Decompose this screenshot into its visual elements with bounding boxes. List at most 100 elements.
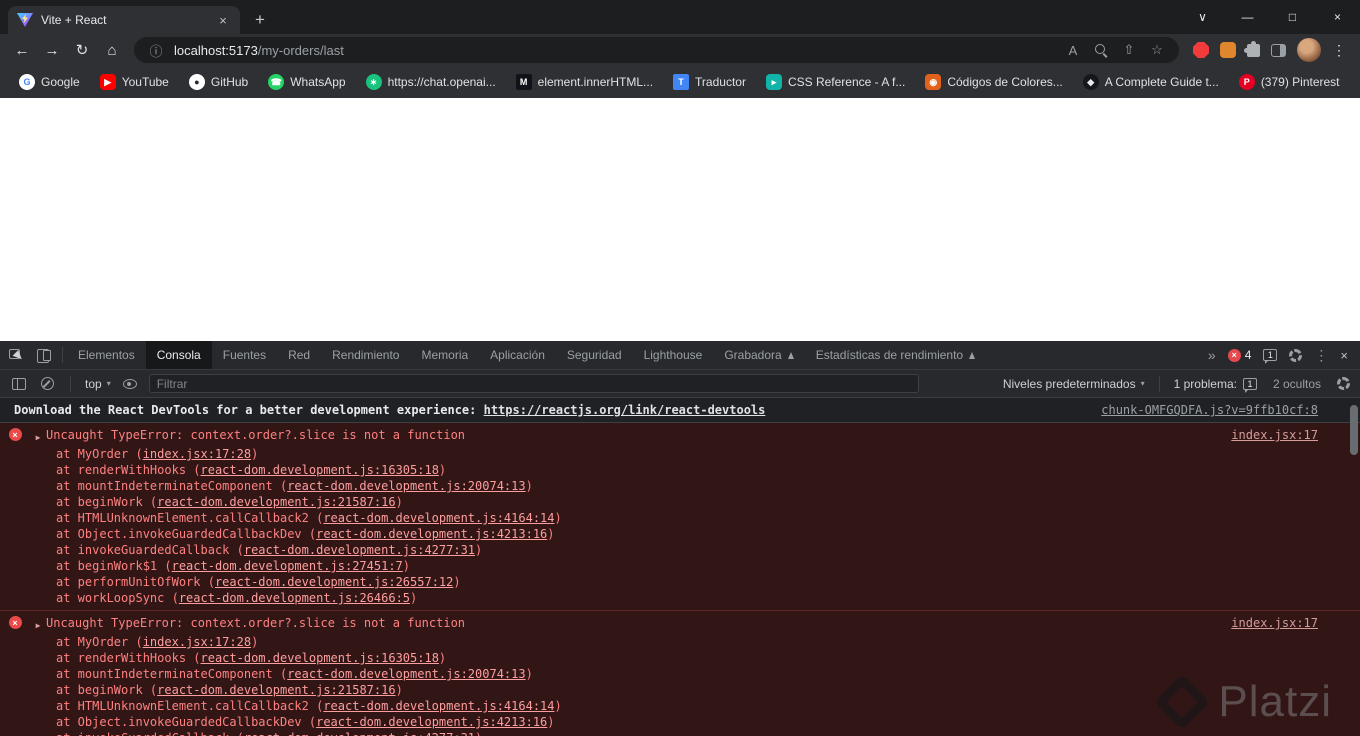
address-bar[interactable]: ⓘ localhost:5173/my-orders/last A ⇧ ☆ bbox=[134, 37, 1179, 63]
stack-source-link[interactable]: react-dom.development.js:4213:16 bbox=[316, 527, 547, 541]
console-sidebar-icon[interactable] bbox=[10, 375, 28, 393]
new-tab-button[interactable]: + bbox=[246, 6, 274, 34]
devtools-tab[interactable]: Aplicación bbox=[479, 341, 556, 369]
stack-source-link[interactable]: react-dom.development.js:4164:14 bbox=[323, 699, 554, 713]
bookmark-item[interactable]: P (379) Pinterest bbox=[1230, 71, 1349, 93]
devtools-settings-gear-icon[interactable] bbox=[1289, 348, 1303, 362]
browser-tab-active[interactable]: Vite + React × bbox=[8, 6, 240, 34]
stack-frame: at performUnitOfWork (react-dom.developm… bbox=[56, 575, 461, 589]
devtools-tab[interactable]: Lighthouse bbox=[633, 341, 714, 369]
close-button[interactable]: × bbox=[1315, 0, 1360, 34]
devtools-tab-label: Red bbox=[288, 348, 311, 362]
inspect-element-icon[interactable] bbox=[2, 341, 30, 369]
stack-source-link[interactable]: react-dom.development.js:4213:16 bbox=[316, 715, 547, 729]
stack-source-link[interactable]: index.jsx:17:28 bbox=[143, 635, 251, 649]
issues-badge[interactable]: 1 bbox=[1263, 349, 1278, 364]
console-error-badge[interactable]: × 4 bbox=[1227, 348, 1251, 362]
tab-search-button[interactable]: ∨ bbox=[1180, 0, 1225, 34]
maximize-button[interactable]: □ bbox=[1270, 0, 1315, 34]
translate-icon[interactable]: A bbox=[1063, 40, 1083, 60]
devtools-close-icon[interactable]: × bbox=[1340, 348, 1348, 363]
url-host: localhost:5173 bbox=[174, 42, 258, 58]
source-link[interactable]: chunk-OMFGQDFA.js?v=9ffb10cf:8 bbox=[1101, 402, 1318, 418]
stack-source-link[interactable]: react-dom.development.js:4277:31 bbox=[244, 731, 475, 736]
devtools-panel: Elementos Consola Fuentes Red Rendimient… bbox=[0, 341, 1360, 736]
bookmark-item[interactable]: ☎ WhatsApp bbox=[259, 71, 354, 93]
side-panel-icon[interactable] bbox=[1271, 43, 1286, 57]
bookmark-item[interactable]: T Traductor bbox=[664, 71, 755, 93]
devtools-tab[interactable]: Red bbox=[277, 341, 321, 369]
speech-bubble-icon: 1 bbox=[1263, 349, 1278, 364]
stack-source-link[interactable]: react-dom.development.js:20074:13 bbox=[287, 479, 525, 493]
bookmark-item[interactable]: M element.innerHTML... bbox=[507, 71, 662, 93]
page-content bbox=[0, 98, 1360, 341]
devtools-tab[interactable]: Memoria bbox=[410, 341, 479, 369]
devtools-tab[interactable]: Fuentes bbox=[212, 341, 277, 369]
stack-source-link[interactable]: react-dom.development.js:4164:14 bbox=[323, 511, 554, 525]
search-lens-icon[interactable] bbox=[1091, 40, 1111, 60]
stack-source-link[interactable]: react-dom.development.js:4277:31 bbox=[244, 543, 475, 557]
extension-icon[interactable] bbox=[1220, 42, 1236, 58]
console-filter-input[interactable] bbox=[148, 374, 919, 393]
bookmark-item[interactable]: ∗ https://chat.openai... bbox=[357, 71, 505, 93]
error-message-text: Uncaught TypeError: context.order?.slice… bbox=[46, 428, 466, 442]
tab-close-icon[interactable]: × bbox=[215, 12, 231, 28]
bookmark-item[interactable]: G Google bbox=[10, 71, 89, 93]
stack-frame: at mountIndeterminateComponent (react-do… bbox=[56, 479, 533, 493]
bookmark-item[interactable]: ◉ Códigos de Colores... bbox=[916, 71, 1071, 93]
source-link[interactable]: index.jsx:17 bbox=[1231, 615, 1318, 631]
bookmark-favicon-icon: G bbox=[19, 74, 35, 90]
scrollbar-thumb[interactable] bbox=[1350, 405, 1358, 455]
bookmark-item[interactable]: ▸ CSS Reference - A f... bbox=[757, 71, 914, 93]
bookmark-item[interactable]: ● GitHub bbox=[180, 71, 257, 93]
stack-source-link[interactable]: react-dom.development.js:16305:18 bbox=[201, 651, 439, 665]
bookmark-favicon-icon: ∗ bbox=[365, 74, 382, 90]
devtools-tab[interactable]: Elementos bbox=[67, 341, 146, 369]
devtools-tab[interactable]: Estadísticas de rendimiento bbox=[805, 341, 986, 369]
site-info-icon[interactable]: ⓘ bbox=[146, 40, 166, 60]
clear-console-icon[interactable] bbox=[38, 375, 56, 393]
issues-chip[interactable]: 1 problema: 1 bbox=[1174, 377, 1257, 393]
console-settings-gear-icon[interactable] bbox=[1337, 377, 1350, 390]
browser-titlebar: Vite + React × + ∨ — □ × bbox=[0, 0, 1360, 34]
divider bbox=[1158, 375, 1160, 392]
reload-icon[interactable]: ↻ bbox=[68, 36, 96, 64]
stack-source-link[interactable]: react-dom.development.js:21587:16 bbox=[157, 683, 395, 697]
home-icon[interactable]: ⌂ bbox=[98, 36, 126, 64]
browser-menu-kebab-icon[interactable]: ⋮ bbox=[1332, 42, 1346, 59]
devtools-tab[interactable]: Seguridad bbox=[556, 341, 633, 369]
devtools-menu-kebab-icon[interactable]: ⋮ bbox=[1314, 347, 1328, 364]
chevron-down-icon: ▾ bbox=[1140, 379, 1145, 388]
bookmark-star-icon[interactable]: ☆ bbox=[1147, 40, 1167, 60]
live-expression-eye-icon[interactable] bbox=[121, 375, 139, 393]
device-toolbar-icon[interactable] bbox=[30, 341, 58, 369]
bookmark-item[interactable]: ◆ A Complete Guide t... bbox=[1074, 71, 1228, 93]
log-levels-dropdown[interactable]: Niveles predeterminados ▾ bbox=[1003, 377, 1145, 391]
profile-avatar[interactable] bbox=[1297, 38, 1321, 62]
console-info-message: Download the React DevTools for a better… bbox=[0, 398, 1360, 423]
stack-source-link[interactable]: react-dom.development.js:27451:7 bbox=[172, 559, 403, 573]
stack-source-link[interactable]: index.jsx:17:28 bbox=[143, 447, 251, 461]
back-icon[interactable]: ← bbox=[8, 36, 36, 64]
react-devtools-link[interactable]: https://reactjs.org/link/react-devtools bbox=[484, 403, 766, 417]
forward-icon[interactable]: → bbox=[38, 36, 66, 64]
stack-source-link[interactable]: react-dom.development.js:16305:18 bbox=[201, 463, 439, 477]
minimize-button[interactable]: — bbox=[1225, 0, 1270, 34]
stack-source-link[interactable]: react-dom.development.js:21587:16 bbox=[157, 495, 395, 509]
adblock-extension-icon[interactable] bbox=[1193, 42, 1209, 58]
extensions-puzzle-icon[interactable] bbox=[1244, 40, 1260, 57]
stack-source-link[interactable]: react-dom.development.js:26466:5 bbox=[179, 591, 410, 605]
stack-source-link[interactable]: react-dom.development.js:20074:13 bbox=[287, 667, 525, 681]
console-messages: Download the React DevTools for a better… bbox=[0, 398, 1360, 736]
expand-arrow-icon[interactable]: ▶ bbox=[30, 615, 46, 634]
devtools-tab[interactable]: Grabadora bbox=[713, 341, 804, 369]
devtools-tab[interactable]: Rendimiento bbox=[321, 341, 410, 369]
context-selector[interactable]: top ▾ bbox=[85, 377, 111, 391]
expand-arrow-icon[interactable]: ▶ bbox=[30, 427, 46, 446]
devtools-tab[interactable]: Consola bbox=[145, 341, 212, 369]
stack-source-link[interactable]: react-dom.development.js:26557:12 bbox=[215, 575, 453, 589]
source-link[interactable]: index.jsx:17 bbox=[1231, 427, 1318, 443]
bookmark-item[interactable]: ▶ YouTube bbox=[91, 71, 178, 93]
share-icon[interactable]: ⇧ bbox=[1119, 40, 1139, 60]
more-tabs-icon[interactable]: » bbox=[1208, 347, 1216, 363]
